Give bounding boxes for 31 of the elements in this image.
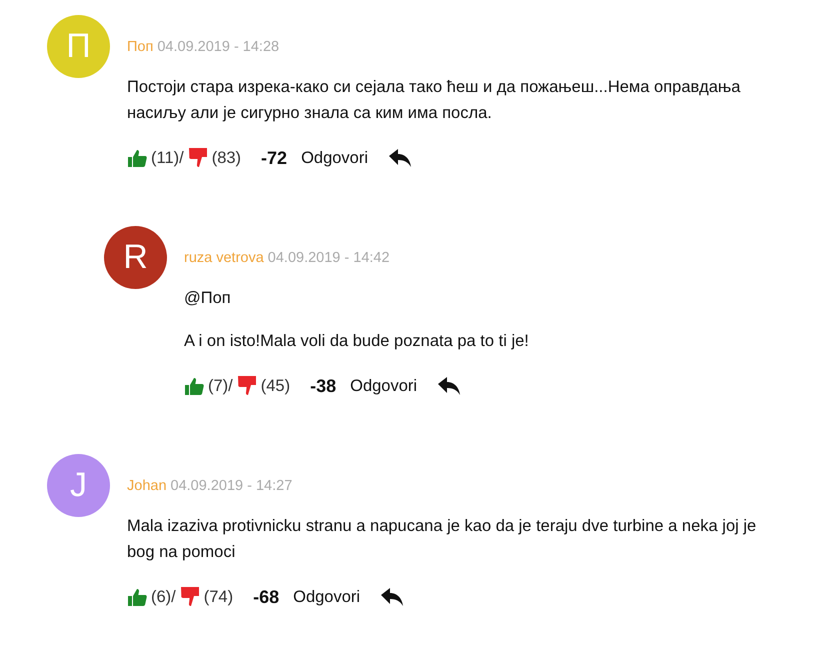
like-count: (11)/: [151, 148, 184, 168]
like-count: (6)/: [151, 588, 176, 606]
thumbs-down-icon[interactable]: [236, 375, 257, 397]
avatar: J: [47, 454, 110, 517]
comment-date: 04.09.2019 - 14:42: [268, 250, 390, 266]
comment-date: 04.09.2019 - 14:27: [170, 478, 292, 494]
thumbs-down-icon[interactable]: [180, 586, 200, 608]
avatar: R: [104, 226, 167, 289]
comment-text: A i on isto!Mala voli da bude poznata pa to ti je!: [184, 331, 530, 352]
dislike-count: (74): [204, 588, 234, 606]
comment-date: 04.09.2019 - 14:28: [157, 39, 280, 55]
reply-link[interactable]: Odgovori: [350, 376, 418, 396]
reply-link[interactable]: Odgovori: [301, 148, 368, 168]
vote-score: -72: [261, 148, 288, 168]
comment-text: @Поп: [184, 288, 232, 309]
thumbs-down-icon[interactable]: [188, 147, 208, 169]
avatar: П: [47, 15, 110, 78]
reply-arrow-icon[interactable]: [388, 148, 412, 168]
like-count: (7)/: [208, 376, 233, 396]
thumbs-up-icon[interactable]: [127, 148, 147, 168]
dislike-count: (83): [212, 148, 242, 168]
comment-text: Постоји стара изрека-како си сејала тако ћеш и да пожањеш...Нема оправдања насиљу али је сигурно знала са ким има посла.: [127, 77, 742, 124]
comment-text: Mala izaziva protivnicku stranu a napucana je kao da je teraju dve turbine a neka joj je bog na pomoci: [127, 516, 758, 563]
reply-arrow-icon[interactable]: [380, 587, 404, 607]
reply-link[interactable]: Odgovori: [293, 588, 360, 606]
vote-score: -38: [310, 376, 336, 396]
reply-arrow-icon[interactable]: [437, 376, 462, 396]
thumbs-up-icon[interactable]: [127, 587, 147, 607]
dislike-count: (45): [260, 376, 290, 396]
vote-score: -68: [253, 586, 280, 608]
thumbs-up-icon[interactable]: [184, 376, 204, 396]
